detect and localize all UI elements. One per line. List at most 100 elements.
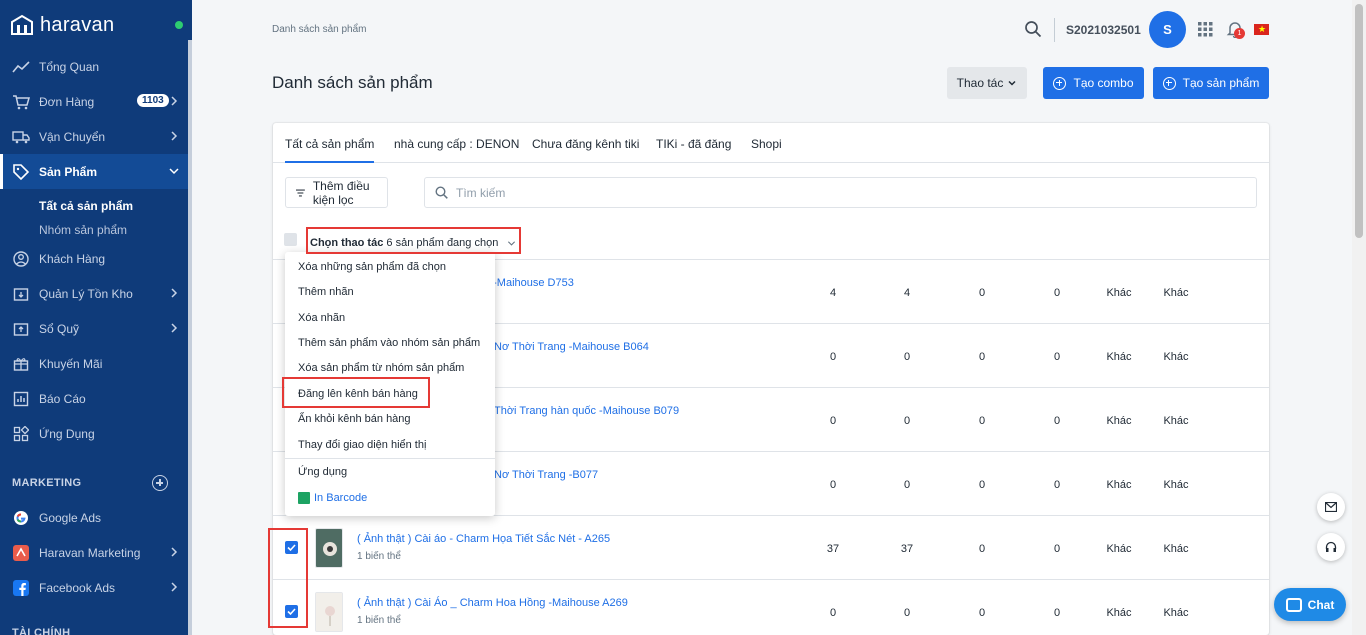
plus-circle-icon <box>1053 76 1067 90</box>
actions-label: Thao tác <box>956 76 1004 90</box>
support-float-button[interactable] <box>1317 533 1345 561</box>
haravan-logo[interactable]: haravan <box>10 12 114 38</box>
table-cell: Khác <box>1163 415 1189 427</box>
table-cell: 0 <box>1053 351 1061 363</box>
search-input[interactable] <box>456 185 1216 200</box>
store-code[interactable]: S2021032501 <box>1066 23 1141 37</box>
menu-item-hide-channel[interactable]: Ẩn khỏi kênh bán hàng <box>298 413 411 425</box>
sidebar-sub-product-groups[interactable]: Nhóm sản phẩm <box>39 223 127 237</box>
table-row[interactable]: ( Ảnh thật ) Cài áo - Charm Họa Tiết Sắc… <box>273 515 1269 579</box>
tab-shopi[interactable]: Shopi <box>751 137 782 151</box>
product-name-link[interactable]: Nơ Thời Trang -Maihouse B064 <box>494 341 649 353</box>
sidebar-item-facebook-ads[interactable]: Facebook Ads <box>0 570 188 605</box>
table-cell: 0 <box>903 607 911 619</box>
sidebar-item-label: Báo Cáo <box>39 391 86 406</box>
product-name-link[interactable]: ( Ảnh thật ) Cài Áo _ Charm Hoa Hồng -Ma… <box>357 597 628 609</box>
select-all-checkbox[interactable] <box>284 233 297 246</box>
scrollbar-thumb[interactable] <box>1355 4 1363 238</box>
sidebar-item-haravan-marketing[interactable]: Haravan Marketing <box>0 535 188 570</box>
sidebar-item-label: Khách Hàng <box>39 251 106 266</box>
sidebar-item-khuyen-mai[interactable]: Khuyến Mãi <box>0 346 188 381</box>
barcode-icon <box>298 492 310 504</box>
sidebar-item-google-ads[interactable]: Google Ads <box>0 500 188 535</box>
table-row[interactable]: ( Ảnh thật ) Cài Áo _ Charm Hoa Hồng -Ma… <box>273 579 1269 635</box>
table-cell: Khác <box>1106 287 1132 299</box>
sidebar-item-so-quy[interactable]: Sổ Quỹ <box>0 311 188 346</box>
menu-item-add-to-group[interactable]: Thêm sản phẩm vào nhóm sản phẩm <box>298 337 480 349</box>
sidebar-item-don-hang[interactable]: Đơn Hàng 1103 <box>0 84 188 119</box>
menu-item-print-barcode[interactable]: In Barcode <box>298 492 367 504</box>
sidebar-item-ung-dung[interactable]: Ứng Dụng <box>0 416 188 451</box>
sidebar-item-tong-quan[interactable]: Tổng Quan <box>0 49 188 84</box>
table-cell: 0 <box>829 479 837 491</box>
product-name-link[interactable]: Nơ Thời Trang -B077 <box>494 469 598 481</box>
marketing-section-title: MARKETING <box>12 477 82 489</box>
add-filter-button[interactable]: Thêm điều kiện lọc <box>285 177 388 208</box>
tab-not-on-tiki[interactable]: Chưa đăng kênh tiki <box>532 137 639 151</box>
table-cell: 0 <box>903 479 911 491</box>
table-cell: 0 <box>1053 607 1061 619</box>
menu-item-add-tag[interactable]: Thêm nhãn <box>298 286 354 298</box>
product-name-link[interactable]: Thời Trang hàn quốc -Maihouse B079 <box>494 405 679 417</box>
google-icon <box>12 509 30 527</box>
filter-icon <box>296 189 305 196</box>
avatar[interactable]: S <box>1149 11 1186 48</box>
sidebar-item-label: Tổng Quan <box>39 59 100 74</box>
sidebar-scrollbar[interactable] <box>188 40 192 635</box>
menu-item-delete-selected[interactable]: Xóa những sản phẩm đã chọn <box>298 261 446 273</box>
table-cell: Khác <box>1106 607 1132 619</box>
sidebar-item-label: Ứng Dụng <box>39 426 95 441</box>
product-tabs: Tất cả sản phẩm nhà cung cấp : DENON Chư… <box>273 123 1269 163</box>
sidebar-item-ton-kho[interactable]: Quản Lý Tồn Kho <box>0 276 188 311</box>
table-cell: 0 <box>829 351 837 363</box>
inventory-icon <box>12 285 30 303</box>
product-thumbnail[interactable] <box>315 592 343 632</box>
product-thumbnail[interactable] <box>315 528 343 568</box>
sidebar-item-san-pham[interactable]: Sản Phẩm <box>0 154 188 189</box>
add-marketing-channel-icon[interactable] <box>152 475 168 491</box>
menu-divider <box>285 458 495 459</box>
tab-supplier-denon[interactable]: nhà cung cấp : DENON <box>394 137 519 151</box>
chart-line-icon <box>12 58 30 76</box>
apps-grid-icon[interactable] <box>1198 22 1213 37</box>
table-cell: Khác <box>1163 543 1189 555</box>
table-cell: 0 <box>978 415 986 427</box>
sidebar: haravan Tổng Quan Đơn Hàng 1103 Vận Chuy… <box>0 0 192 635</box>
sidebar-item-bao-cao[interactable]: Báo Cáo <box>0 381 188 416</box>
table-cell: 0 <box>1053 479 1061 491</box>
sidebar-item-khach-hang[interactable]: Khách Hàng <box>0 241 188 276</box>
create-combo-label: Tạo combo <box>1073 76 1134 90</box>
page-scrollbar[interactable] <box>1352 0 1366 635</box>
variant-count: 1 biến thể <box>357 551 401 562</box>
tab-all-products[interactable]: Tất cả sản phẩm <box>285 137 375 163</box>
menu-item-remove-tag[interactable]: Xóa nhãn <box>298 312 345 324</box>
menu-item-change-theme[interactable]: Thay đổi giao diện hiển thị <box>298 439 426 451</box>
product-search[interactable] <box>424 177 1257 208</box>
table-cell: 37 <box>826 543 840 555</box>
create-combo-button[interactable]: Tạo combo <box>1043 67 1144 99</box>
table-cell: Khác <box>1163 479 1189 491</box>
table-cell: 0 <box>1053 415 1061 427</box>
sidebar-item-label: Facebook Ads <box>39 580 116 595</box>
sidebar-item-van-chuyen[interactable]: Vận Chuyển <box>0 119 188 154</box>
breadcrumb[interactable]: Danh sách sản phẩm <box>272 24 367 35</box>
email-float-button[interactable] <box>1317 493 1345 521</box>
table-cell: 4 <box>903 287 911 299</box>
actions-dropdown-button[interactable]: Thao tác <box>947 67 1027 99</box>
sidebar-sub-all-products[interactable]: Tất cả sản phẩm <box>39 199 133 213</box>
product-name-link[interactable]: ( Ảnh thật ) Cài áo - Charm Họa Tiết Sắc… <box>357 533 610 545</box>
variant-count: 1 biến thể <box>357 615 401 626</box>
vietnam-flag-icon[interactable]: ★ <box>1254 24 1269 35</box>
facebook-icon <box>12 579 30 597</box>
menu-item-remove-from-group[interactable]: Xóa sản phẩm từ nhóm sản phẩm <box>298 362 464 374</box>
search-icon[interactable] <box>1024 20 1042 38</box>
table-cell: 0 <box>978 287 986 299</box>
tab-tiki-posted[interactable]: TIKi - đã đăng <box>656 137 731 151</box>
table-cell: 0 <box>978 351 986 363</box>
table-cell: 0 <box>829 607 837 619</box>
create-product-button[interactable]: Tạo sản phẩm <box>1153 67 1269 99</box>
table-cell: Khác <box>1163 351 1189 363</box>
chat-button[interactable]: Chat <box>1274 588 1346 621</box>
table-cell: 0 <box>1053 543 1061 555</box>
chevron-right-icon <box>171 323 178 333</box>
